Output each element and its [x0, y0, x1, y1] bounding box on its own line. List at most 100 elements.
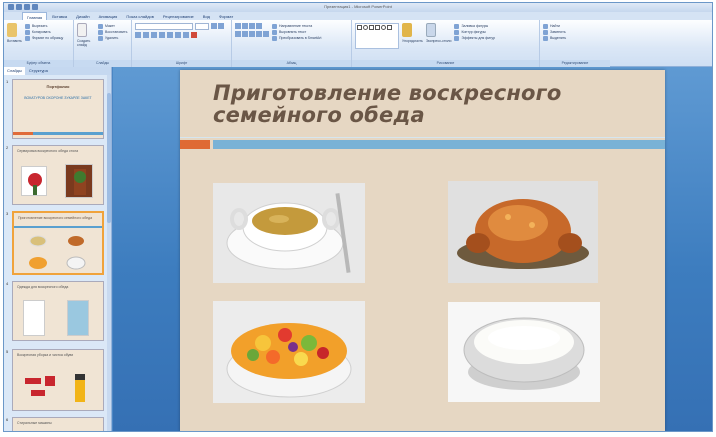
paste-icon[interactable]: [7, 23, 17, 37]
slide-number: 4: [6, 281, 9, 286]
binoculars-icon: [543, 23, 548, 29]
slide-number: 5: [6, 349, 9, 354]
divider-line: [180, 137, 665, 138]
fill-icon: [454, 23, 460, 29]
shrink-font-icon[interactable]: [218, 23, 224, 29]
slide-thumbnail-3[interactable]: 3 Приготовление воскресного семейного об…: [6, 211, 104, 275]
thumb-caption: Сервировка воскресного обеда стола: [17, 149, 79, 153]
group-editing: Найти Заменить Выделить Редактирование: [540, 20, 610, 67]
roast-chicken-image[interactable]: [448, 181, 598, 283]
format-painter-button[interactable]: Формат по образцу: [24, 35, 63, 41]
powerpoint-window: Презентация1 - Microsoft PowerPoint Глав…: [3, 2, 713, 432]
tab-insert[interactable]: Вставка: [48, 12, 71, 20]
bold-icon[interactable]: [135, 32, 141, 38]
slide-canvas[interactable]: Приготовление воскресного семейного обед…: [180, 70, 665, 431]
accent-bar-orange: [180, 140, 210, 149]
shapes-gallery[interactable]: [355, 23, 399, 49]
slide-thumbnail-6[interactable]: 6 Стиральные машины: [6, 417, 104, 431]
select-button[interactable]: Выделить: [543, 35, 607, 41]
justify-icon[interactable]: [256, 31, 262, 37]
slide-thumbnail-5[interactable]: 5 Воскресная уборка и чистка обуви: [6, 349, 104, 411]
rect-shape-icon[interactable]: [357, 25, 362, 30]
arrange-icon[interactable]: [402, 23, 412, 37]
slides-pane: Слайды Структура 1 Портфолио ВОКАТУРОВ О…: [4, 67, 112, 431]
numbering-icon[interactable]: [242, 23, 248, 29]
star-shape-icon[interactable]: [387, 25, 392, 30]
thumb-food-images: [29, 235, 86, 270]
quick-styles-icon[interactable]: [425, 23, 436, 37]
indent-increase-icon[interactable]: [256, 23, 262, 29]
thumb-title: Портфолио: [46, 84, 70, 89]
paste-button[interactable]: Вставить: [7, 38, 22, 44]
slide-thumbnail-2[interactable]: 2 Сервировка воскресного обеда стола: [6, 145, 104, 205]
group-label-paragraph: Абзац: [232, 60, 351, 67]
align-text-icon: [272, 29, 277, 35]
slide-thumbnail-1[interactable]: 1 Портфолио ВОКАТУРОВ ОХОРОНЕ ЗУКАРЛЕ ЗА…: [6, 79, 104, 139]
new-slide-icon[interactable]: [77, 23, 87, 37]
slide-number: 6: [6, 417, 9, 422]
outline-icon: [454, 29, 460, 35]
thumb-caption: Одежда для воскресного обеда: [17, 285, 69, 289]
soup-image[interactable]: [213, 183, 365, 283]
ribbon-tabs: Главная Вставка Дизайн Анимация Показ сл…: [4, 12, 712, 20]
tab-outline[interactable]: Структура: [26, 67, 51, 75]
thumb-image-apron-white: [23, 300, 45, 336]
tab-home[interactable]: Главная: [22, 12, 48, 20]
circle-shape-icon[interactable]: [381, 25, 386, 30]
brush-icon: [24, 35, 30, 41]
bullets-icon[interactable]: [235, 23, 241, 29]
font-family-select[interactable]: [135, 23, 193, 30]
line-shape-icon[interactable]: [369, 25, 374, 30]
ribbon: Вставить Вырезать Копировать Формат по о…: [4, 20, 712, 67]
arrow-shape-icon[interactable]: [375, 25, 380, 30]
delete-icon: [98, 35, 103, 41]
fruit-salad-image[interactable]: [213, 301, 365, 403]
tab-animation[interactable]: Анимация: [95, 12, 122, 20]
spacing-icon[interactable]: [175, 32, 181, 38]
rice-bowl-image[interactable]: [448, 302, 600, 402]
accent-bar-blue: [213, 140, 665, 149]
group-label-editing: Редактирование: [540, 60, 610, 67]
group-label-drawing: Рисование: [352, 60, 539, 67]
tab-design[interactable]: Дизайн: [72, 12, 93, 20]
tab-slideshow[interactable]: Показ слайдов: [122, 12, 158, 20]
shadow-icon[interactable]: [167, 32, 173, 38]
delete-slide-button[interactable]: Удалить: [98, 35, 127, 41]
quick-styles-button[interactable]: Экспресс-стили: [426, 38, 452, 44]
oval-shape-icon[interactable]: [363, 25, 368, 30]
thumb-cleaning-images: [25, 374, 85, 402]
tab-slides[interactable]: Слайды: [4, 67, 25, 75]
tab-format[interactable]: Формат: [215, 12, 237, 20]
pane-scrollbar[interactable]: [107, 75, 111, 431]
strikethrough-icon[interactable]: [159, 32, 165, 38]
pane-tabs: Слайды Структура: [4, 67, 111, 75]
shape-effects-button[interactable]: Эффекты для фигур: [454, 35, 495, 41]
layout-icon: [98, 23, 103, 29]
tab-review[interactable]: Рецензирование: [159, 12, 198, 20]
new-slide-button[interactable]: Создать слайд: [77, 38, 95, 48]
slide-thumbnail-4[interactable]: 4 Одежда для воскресного обеда: [6, 281, 104, 341]
align-left-icon[interactable]: [235, 31, 241, 37]
tab-view[interactable]: Вид: [199, 12, 214, 20]
underline-icon[interactable]: [151, 32, 157, 38]
slide-number: 3: [6, 211, 9, 216]
indent-decrease-icon[interactable]: [249, 23, 255, 29]
align-right-icon[interactable]: [249, 31, 255, 37]
font-size-select[interactable]: [195, 23, 209, 30]
font-color-icon[interactable]: [191, 32, 197, 38]
italic-icon[interactable]: [143, 32, 149, 38]
scrollbar-thumb[interactable]: [107, 93, 111, 223]
smartart-button[interactable]: Преобразовать в SmartArt: [272, 35, 321, 41]
align-center-icon[interactable]: [242, 31, 248, 37]
columns-icon[interactable]: [263, 31, 269, 37]
thumb-image-plant: [65, 164, 93, 198]
grow-font-icon[interactable]: [211, 23, 217, 29]
slide-number: 2: [6, 145, 9, 150]
slide-title[interactable]: Приготовление воскресного семейного обед…: [213, 82, 643, 126]
thumb-image-flower: [21, 166, 47, 196]
title-bar: Презентация1 - Microsoft PowerPoint: [4, 3, 712, 12]
slide-number: 1: [6, 79, 9, 84]
arrange-button[interactable]: Упорядочить: [402, 38, 423, 44]
group-label-font: Шрифт: [132, 60, 231, 67]
case-icon[interactable]: [183, 32, 189, 38]
